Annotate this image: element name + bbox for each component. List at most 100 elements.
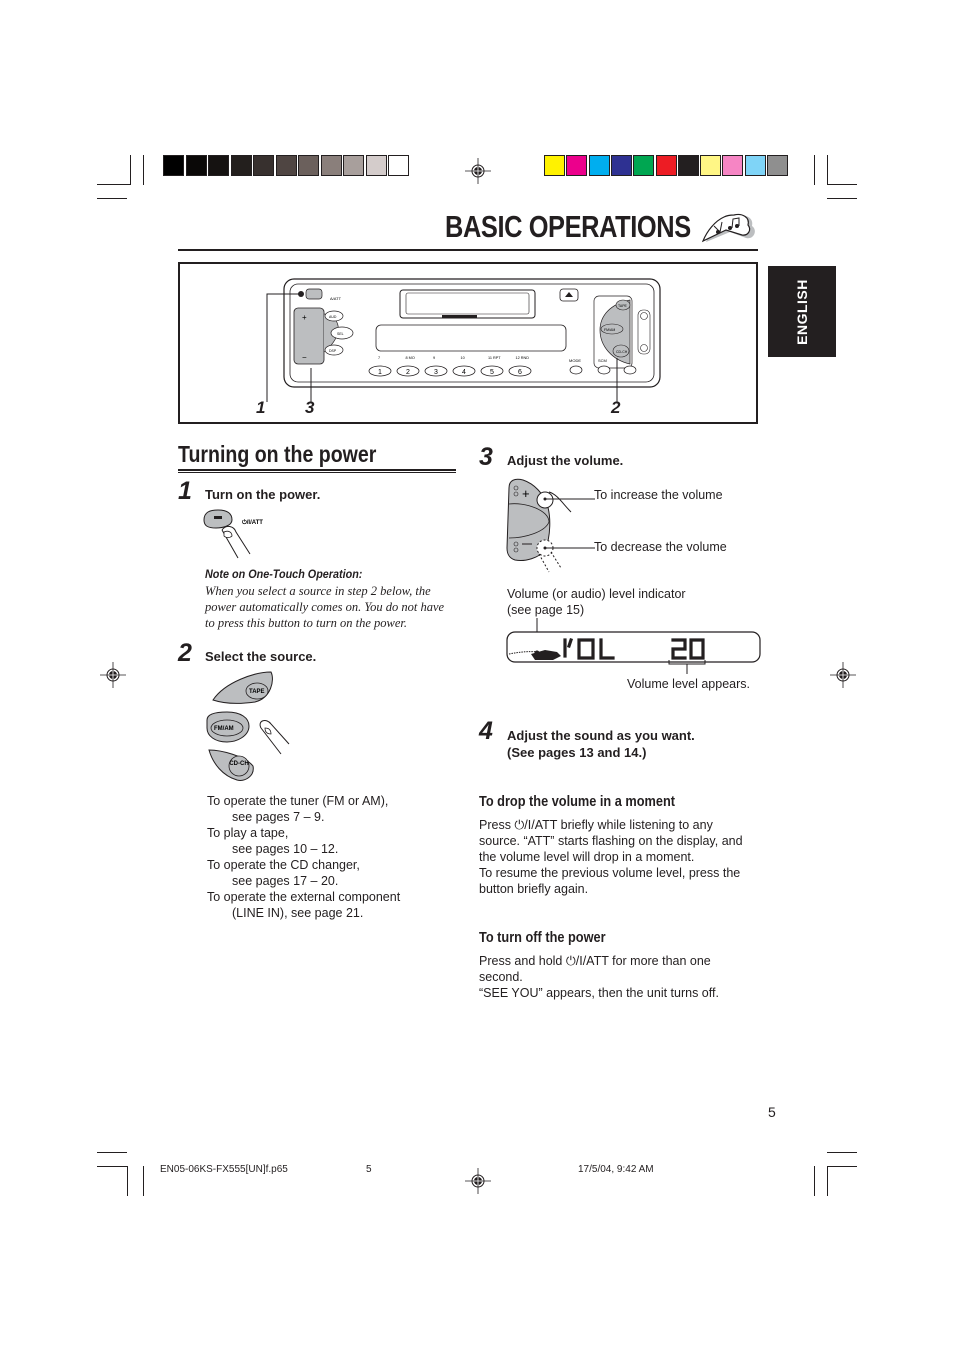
note-line: power automatically comes on. You do not… [205,600,445,614]
device-figure: A/ATT + − AUD SEL DSP TAPE FM/AM CD-CH 7… [178,262,758,424]
step-3-label: Adjust the volume. [507,453,624,468]
footer-timestamp: 17/5/04, 9:42 AM [578,1164,654,1175]
drop-volume-body: Press ⏻/I/ATT briefly while listening to… [479,817,743,897]
power-button-label: ⏻/I/ATT [242,519,263,526]
step-4-label: Adjust the sound as you want. (See pages… [507,727,695,761]
increase-volume-label: To increase the volume [594,488,723,502]
lcd-display: VOL 20 [506,618,761,674]
instruction-line: (LINE IN), see page 21. [232,906,364,920]
scm-label: SCM [598,358,607,363]
gray-swatch [388,155,409,176]
section-rule [178,469,456,471]
step-1-label: Turn on the power. [205,487,321,502]
preset-button-label: 4 [462,369,466,376]
svg-text:+: + [302,313,307,322]
source-buttons-illustration: TAPE FM/AM CD-CH [206,671,290,781]
body-line: “SEE YOU” appears, then the unit turns o… [479,986,719,1000]
preset-button-label: 2 [406,369,410,376]
mode-label: MODE [569,358,581,363]
body-line: To resume the previous volume level, pre… [479,866,741,880]
gray-swatch [230,155,252,176]
preset-button-label: 1 [378,369,382,376]
body-line: source. “ATT” starts flashing on the dis… [479,834,743,848]
section-rule-thin [178,472,456,473]
source-instructions: To operate the tuner (FM or AM), see pag… [207,793,400,921]
gray-swatch [253,155,274,176]
car-stereo-front-panel: A/ATT + − AUD SEL DSP TAPE FM/AM CD-CH 7… [266,278,661,402]
scm-button[interactable] [597,365,611,375]
volume-button[interactable] [293,307,325,365]
gray-swatch [275,155,297,176]
preset-button-label: 5 [490,369,494,376]
color-swatch [588,155,610,176]
turn-off-body: Press and hold ⏻/I/ATT for more than one… [479,953,719,1001]
volume-control-illustration: + [506,478,595,573]
level-indicator-label: Volume (or audio) level indicator (see p… [507,586,686,618]
color-swatch [566,155,588,176]
preset-function-label: 12 RND [516,356,530,360]
sel-label: SEL [337,332,344,336]
gray-swatch [163,155,184,176]
step-2-label: Select the source. [205,649,317,664]
aud-label: AUD [329,315,337,319]
cd-ch-button-label: CD-CH [229,761,248,767]
instruction-line: To play a tape, [207,826,289,840]
gray-swatch [185,155,207,176]
footer-filename: EN05-06KS-FX555[UN]f.p65 [160,1164,288,1175]
music-notes-icon [701,213,755,243]
body-line: Press ⏻/I/ATT briefly while listening to… [479,818,713,832]
note-line: When you select a source in step 2 below… [205,584,431,598]
note-body: When you select a source in step 2 below… [205,583,444,631]
color-swatch [744,155,766,176]
preset-function-label: 7 [378,356,380,360]
color-swatch [722,155,744,176]
step-1-number: 1 [178,477,192,505]
tape-button-label: TAPE [249,689,265,695]
gray-swatch [343,155,364,176]
note-line: to press this button to turn on the powe… [205,616,407,630]
color-swatch [655,155,677,176]
registration-mark-icon [465,1168,491,1194]
preset-function-label: 11 RPT [488,356,501,360]
instruction-line: see pages 7 – 9. [232,810,325,824]
step-4-label-line: (See pages 13 and 14.) [507,745,647,760]
gray-swatch [298,155,319,176]
color-swatch [544,155,565,176]
body-line: the volume level will drop in a moment. [479,850,695,864]
dsp-label: DSP [329,349,337,353]
release-button[interactable] [623,365,637,375]
turn-off-heading: To turn off the power [479,929,606,946]
power-button-illustration: ⏻/I/ATT [203,509,263,559]
preset-button-label: 6 [518,369,522,376]
step-4-number: 4 [479,717,493,745]
callout-3: 3 [305,398,315,417]
gray-swatch [208,155,229,176]
preset-function-label: 8 MO [406,356,415,360]
body-line: Press and hold ⏻/I/ATT for more than one [479,954,711,968]
plus-icon: + [522,486,530,501]
registration-mark-icon [465,158,491,184]
step-4-label-line: Adjust the sound as you want. [507,728,695,743]
decrease-volume-label: To decrease the volume [594,540,727,554]
registration-mark-icon [830,662,856,688]
instruction-line: see pages 17 – 20. [232,874,339,888]
title-rule [178,249,758,251]
svg-text:−: − [302,353,307,362]
fm-am-label: FM/AM [604,328,615,332]
indicator-label-line: Volume (or audio) level indicator [507,587,686,601]
body-line: second. [479,970,523,984]
preset-function-label: 9 [433,356,435,360]
step-3-number: 3 [479,443,493,471]
volume-level-caption: Volume level appears. [627,677,750,691]
cd-ch-label: CD-CH [616,350,628,354]
preset-function-label: 10 [461,356,465,360]
note-heading: Note on One-Touch Operation: [205,567,363,581]
instruction-line: To operate the external component [207,890,401,904]
color-swatch [633,155,655,176]
color-swatch [700,155,722,176]
mode-button[interactable] [569,365,583,375]
color-swatch [610,155,632,176]
section-heading: Turning on the power [178,441,377,467]
registration-mark-icon [100,662,126,688]
att-label: A/ATT [330,296,342,301]
